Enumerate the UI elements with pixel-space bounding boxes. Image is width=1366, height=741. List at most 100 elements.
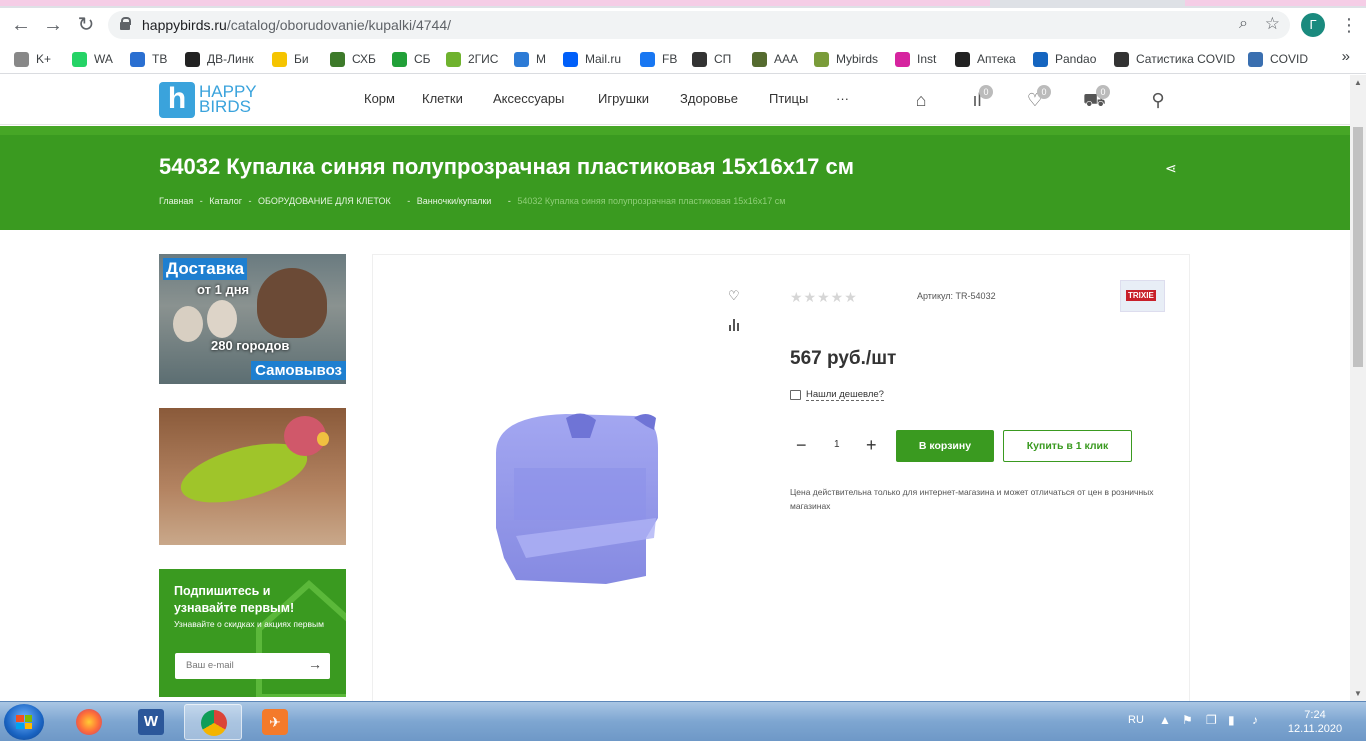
bookmark-item[interactable]: Mail.ru bbox=[563, 50, 621, 68]
scroll-up-arrow-icon[interactable]: ▲ bbox=[1354, 78, 1362, 87]
nav-item-ptitsy[interactable]: Птицы bbox=[769, 91, 808, 106]
favorites-heart-icon[interactable]: ♡ 0 bbox=[1024, 85, 1051, 111]
nav-item-zdorovie[interactable]: Здоровье bbox=[680, 91, 738, 106]
bookmark-label: FB bbox=[662, 52, 678, 66]
bookmark-favicon-icon bbox=[814, 51, 829, 67]
bookmark-item[interactable]: ДВ-Линк bbox=[185, 50, 254, 68]
brand-logo[interactable]: TRIXIE bbox=[1120, 280, 1165, 312]
breadcrumb-equipment[interactable]: ОБОРУДОВАНИЕ ДЛЯ КЛЕТОК bbox=[258, 196, 391, 206]
lock-icon bbox=[120, 17, 131, 30]
nav-item-korm[interactable]: Корм bbox=[364, 91, 395, 106]
compare-icon[interactable]: ıl 0 bbox=[966, 85, 993, 111]
bookmark-star-icon[interactable]: ☆ bbox=[1265, 14, 1280, 34]
add-to-cart-button[interactable]: В корзину bbox=[896, 430, 994, 462]
quantity-stepper: − 1 + bbox=[790, 430, 886, 462]
found-cheaper-label: Нашли дешевле? bbox=[806, 389, 884, 401]
bookmark-favicon-icon bbox=[392, 51, 407, 67]
breadcrumb-separator: - bbox=[248, 196, 252, 206]
taskbar-chrome[interactable] bbox=[184, 704, 242, 740]
quantity-value[interactable]: 1 bbox=[834, 439, 840, 450]
bookmark-item[interactable]: Аптека bbox=[955, 50, 1016, 68]
buy-one-click-button[interactable]: Купить в 1 клик bbox=[1003, 430, 1132, 462]
found-cheaper-link[interactable]: Нашли дешевле? bbox=[790, 389, 884, 401]
system-clock[interactable]: 7:24 12.11.2020 bbox=[1280, 708, 1350, 736]
bookmark-item[interactable]: Би bbox=[272, 50, 309, 68]
breadcrumb-catalog[interactable]: Каталог bbox=[209, 196, 242, 206]
share-icon[interactable]: ⋖ bbox=[1165, 160, 1177, 177]
plus-button[interactable]: + bbox=[866, 435, 877, 456]
zoom-icon[interactable]: ⌕ bbox=[1239, 15, 1248, 33]
duck-illustration bbox=[257, 268, 327, 338]
address-bar[interactable]: happybirds.ru/catalog/oborudovanie/kupal… bbox=[108, 11, 1290, 39]
cart-icon[interactable]: ⛟ 0 bbox=[1083, 85, 1110, 111]
taskbar-word[interactable]: W bbox=[122, 704, 180, 740]
bookmark-favicon-icon bbox=[72, 51, 87, 67]
bookmark-item[interactable]: COVID bbox=[1248, 50, 1308, 68]
back-arrow-icon[interactable]: ← bbox=[10, 14, 32, 36]
bookmark-label: ДВ-Линк bbox=[207, 52, 254, 66]
profile-avatar[interactable]: Г bbox=[1301, 13, 1325, 37]
tray-expand-icon[interactable]: ▲ bbox=[1159, 713, 1171, 727]
browser-tabstrip bbox=[0, 0, 1366, 8]
bookmark-item[interactable]: Pandao bbox=[1033, 50, 1096, 68]
rating-stars[interactable]: ★★★★★ bbox=[790, 289, 858, 306]
bookmark-item[interactable]: WA bbox=[72, 50, 113, 68]
volume-icon[interactable]: ♪ bbox=[1252, 713, 1258, 727]
page-title: 54032 Купалка синяя полупрозрачная пласт… bbox=[159, 154, 855, 179]
bookmark-item[interactable]: М bbox=[514, 50, 546, 68]
taskbar-app-rocket[interactable]: ✈ bbox=[246, 704, 304, 740]
bookmark-item[interactable]: Mybirds bbox=[814, 50, 878, 68]
network-warning-icon[interactable]: ⚑ bbox=[1182, 713, 1193, 727]
search-icon[interactable]: ⚲ bbox=[1147, 89, 1169, 111]
bookmark-favicon-icon bbox=[752, 51, 767, 67]
banner-top-stripe bbox=[0, 126, 1350, 135]
bookmark-item[interactable]: Inst bbox=[895, 50, 936, 68]
breadcrumb-home[interactable]: Главная bbox=[159, 196, 193, 206]
bookmark-label: Би bbox=[294, 52, 309, 66]
bookmark-item[interactable]: Сатистика COVID bbox=[1114, 50, 1235, 68]
forward-arrow-icon[interactable]: → bbox=[42, 14, 64, 36]
breadcrumb-baths[interactable]: Ванночки/купалки bbox=[417, 196, 492, 206]
promo-days-label: от 1 дня bbox=[197, 282, 250, 297]
scroll-down-arrow-icon[interactable]: ▼ bbox=[1354, 689, 1362, 698]
bookmark-item[interactable]: СП bbox=[692, 50, 731, 68]
parrot-promo-banner[interactable] bbox=[159, 408, 346, 545]
chrome-icon bbox=[201, 710, 227, 736]
url-text[interactable]: happybirds.ru/catalog/oborudovanie/kupal… bbox=[142, 17, 451, 33]
email-field[interactable]: Ваш e-mail → bbox=[175, 653, 330, 679]
scrollbar-thumb[interactable] bbox=[1353, 127, 1363, 367]
nav-item-igrushki[interactable]: Игрушки bbox=[598, 91, 649, 106]
windows-logo-icon bbox=[16, 715, 32, 729]
start-button[interactable] bbox=[4, 704, 44, 740]
taskbar-firefox[interactable] bbox=[60, 704, 118, 740]
account-lock-icon[interactable]: ⌂ bbox=[910, 89, 932, 111]
bookmark-label: 2ГИС bbox=[468, 52, 499, 66]
bookmark-item[interactable]: СБ bbox=[392, 50, 431, 68]
bookmark-item[interactable]: ААА bbox=[752, 50, 798, 68]
page-scrollbar[interactable]: ▲ ▼ bbox=[1350, 75, 1366, 701]
arrow-right-icon[interactable]: → bbox=[308, 656, 322, 672]
language-indicator[interactable]: RU bbox=[1128, 714, 1144, 726]
site-logo[interactable]: h HAPPY BIRDS bbox=[159, 81, 259, 119]
bookmark-item[interactable]: СХБ bbox=[330, 50, 376, 68]
bookmark-item[interactable]: 2ГИС bbox=[446, 50, 498, 68]
bookmark-item[interactable]: K+ bbox=[14, 50, 51, 68]
bookmark-favicon-icon bbox=[446, 51, 461, 67]
bookmarks-overflow-icon[interactable]: » bbox=[1342, 48, 1350, 65]
clipboard-icon[interactable]: ❐ bbox=[1206, 713, 1217, 727]
reload-icon[interactable]: ↻ bbox=[75, 14, 97, 36]
nav-item-kletki[interactable]: Клетки bbox=[422, 91, 463, 106]
bookmark-item[interactable]: FB bbox=[640, 50, 677, 68]
nav-item-more[interactable]: ··· bbox=[836, 91, 849, 106]
add-to-favorites-heart-icon[interactable]: ♡ bbox=[728, 288, 740, 304]
product-image[interactable] bbox=[486, 408, 666, 586]
browser-menu-icon[interactable]: ⋮ bbox=[1340, 14, 1358, 36]
minus-button[interactable]: − bbox=[796, 435, 807, 456]
nav-item-aksessuary[interactable]: Аксессуары bbox=[493, 91, 564, 106]
bookmark-label: СБ bbox=[414, 52, 431, 66]
bookmark-item[interactable]: ТВ bbox=[130, 50, 167, 68]
promo-delivery-label: Доставка bbox=[163, 258, 248, 280]
signal-icon[interactable]: ▮ bbox=[1228, 713, 1235, 727]
delivery-promo-banner[interactable]: Доставка от 1 дня 280 городов Самовывоз bbox=[159, 254, 346, 384]
add-to-compare-icon[interactable] bbox=[729, 319, 741, 331]
